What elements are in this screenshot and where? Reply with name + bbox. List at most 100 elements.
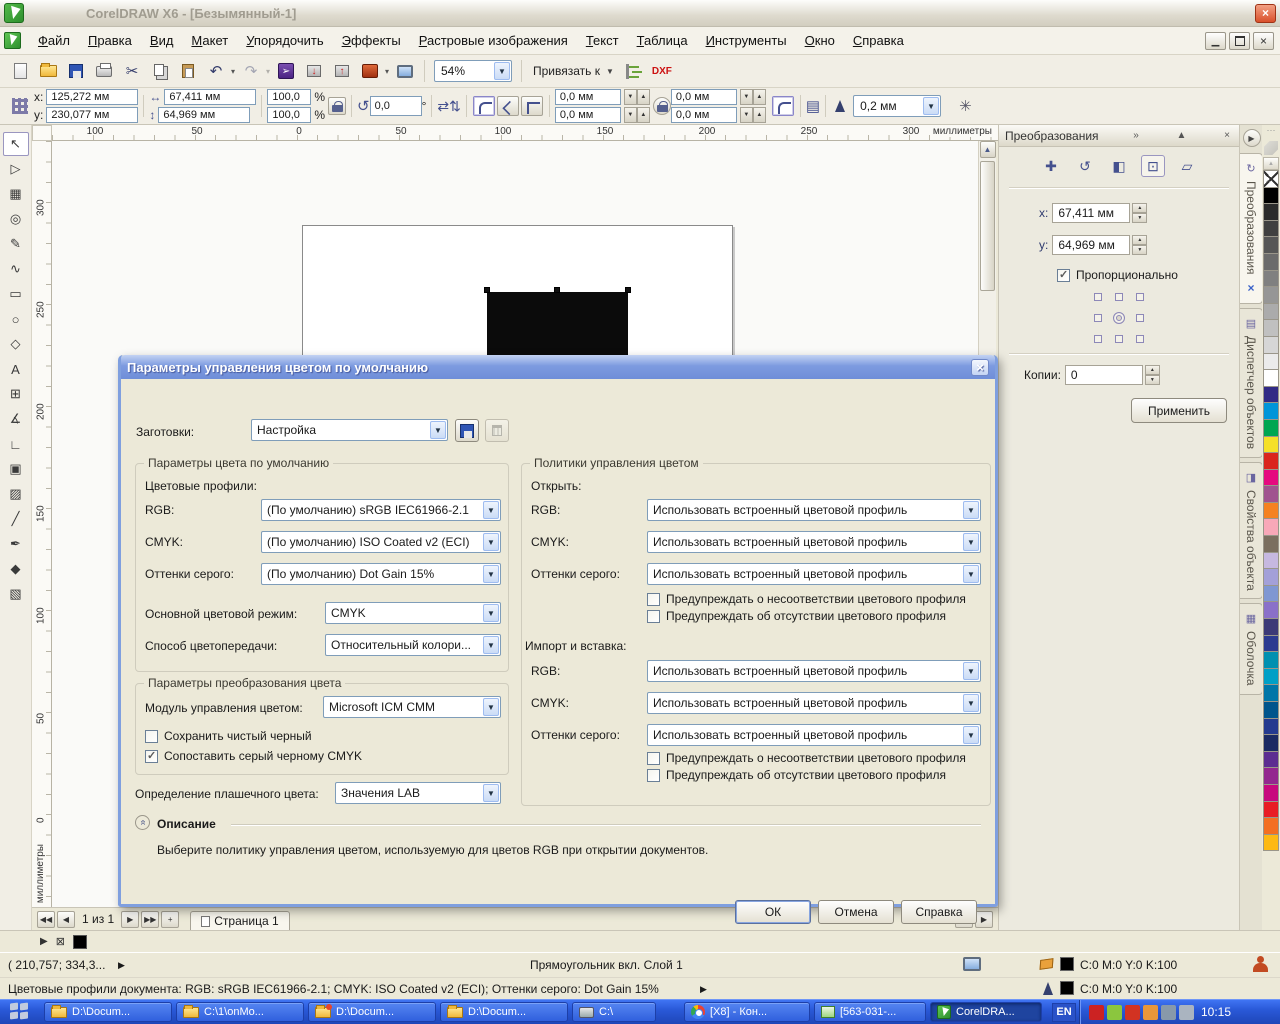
color-swatch[interactable]	[1263, 286, 1279, 304]
spin-up-icon[interactable]: ▲	[637, 89, 650, 105]
acrobat-tray-icon[interactable]	[1089, 1005, 1104, 1020]
color-swatch[interactable]	[1263, 585, 1279, 603]
color-swatch[interactable]	[1263, 568, 1279, 586]
scale-x-field[interactable]: 100,0	[267, 89, 311, 105]
connector-tool[interactable]: ∟	[3, 432, 29, 456]
flyout-arrow-icon[interactable]: ▶	[118, 960, 125, 971]
undo-icon[interactable]: ↶	[203, 59, 229, 83]
outline-pen-tool[interactable]: ✒	[3, 532, 29, 556]
corner-radius-bl-field[interactable]: 0,0 мм	[555, 107, 621, 123]
menu-edit[interactable]: Правка	[79, 29, 141, 52]
crop-tool[interactable]: ▦	[3, 182, 29, 206]
color-swatch[interactable]	[1263, 402, 1279, 420]
color-swatch[interactable]	[1263, 734, 1279, 752]
color-swatch[interactable]	[1263, 701, 1279, 719]
color-swatch[interactable]	[1263, 452, 1279, 470]
spin-down-icon[interactable]: ▼	[1145, 375, 1160, 385]
menu-table[interactable]: Таблица	[628, 29, 697, 52]
transform-x-field[interactable]: 67,411 мм	[1052, 203, 1130, 223]
taskbar-button[interactable]: D:\Docum...	[308, 1002, 436, 1022]
close-button[interactable]: ×	[1255, 4, 1276, 23]
taskbar-button[interactable]: [563-031-...	[814, 1002, 926, 1022]
wrap-text-icon[interactable]: ▤	[806, 97, 820, 115]
rectangle-tool[interactable]: ▭	[3, 282, 29, 306]
menu-tools[interactable]: Инструменты	[697, 29, 796, 52]
color-swatch[interactable]	[1263, 485, 1279, 503]
fill-tool[interactable]: ◆	[3, 557, 29, 581]
spin-down-icon[interactable]: ▼	[740, 107, 753, 123]
color-swatch[interactable]	[1263, 353, 1279, 371]
last-page-icon[interactable]: ▶▶	[141, 911, 159, 928]
start-button[interactable]	[4, 1003, 34, 1022]
object-y-field[interactable]: 230,077 мм	[46, 107, 138, 123]
eyedropper-tool[interactable]: ╱	[3, 507, 29, 531]
object-x-field[interactable]: 125,272 мм	[46, 89, 138, 105]
quick-customize-icon[interactable]: ▶	[1243, 129, 1261, 147]
open-icon[interactable]	[35, 59, 61, 83]
text-tool[interactable]: A	[3, 357, 29, 381]
page-tab[interactable]: Страница 1	[190, 911, 289, 931]
taskbar-button[interactable]: D:\Docum...	[440, 1002, 568, 1022]
checkbox[interactable]	[647, 610, 660, 623]
taskbar-button[interactable]: C:\	[572, 1002, 656, 1022]
color-swatch[interactable]	[1263, 419, 1279, 437]
taskbar-button[interactable]: [X8] - Кон...	[684, 1002, 810, 1022]
copy-icon[interactable]	[147, 59, 173, 83]
chevron-down-icon[interactable]: ▼	[963, 694, 979, 712]
link-corners-icon[interactable]	[653, 97, 671, 115]
artistic-media-tool[interactable]: ∿	[3, 257, 29, 281]
menu-text[interactable]: Текст	[577, 29, 628, 52]
dialog-button[interactable]: Отмена	[818, 900, 894, 924]
cut-icon[interactable]: ✂	[119, 59, 145, 83]
freehand-tool[interactable]: ✎	[3, 232, 29, 256]
mirror-vertical-icon[interactable]: ⇅	[449, 98, 461, 115]
gear-icon[interactable]: ✳	[959, 97, 972, 115]
docker-close-icon[interactable]: ×	[1221, 130, 1233, 141]
color-swatch[interactable]	[1263, 601, 1279, 619]
color-swatch[interactable]	[1263, 319, 1279, 337]
chevron-down-icon[interactable]: ▼	[923, 97, 939, 115]
color-swatch[interactable]	[1263, 203, 1279, 221]
policy-combo[interactable]: Использовать встроенный цветовой профиль…	[647, 531, 981, 553]
color-swatch[interactable]	[1263, 253, 1279, 271]
transform-y-field[interactable]: 64,969 мм	[1052, 235, 1130, 255]
taskbar-button[interactable]: C:\1\onMo...	[176, 1002, 304, 1022]
color-swatch[interactable]	[1263, 303, 1279, 321]
spin-up-icon[interactable]: ▲	[753, 89, 766, 105]
color-swatch[interactable]	[1263, 220, 1279, 238]
color-swatch[interactable]	[1263, 767, 1279, 785]
dxf-export-icon[interactable]: DXF	[649, 59, 675, 83]
paste-icon[interactable]	[175, 59, 201, 83]
round-corner-button[interactable]	[473, 96, 495, 116]
chevron-down-icon[interactable]: ▼	[963, 565, 979, 583]
scale-y-field[interactable]: 100,0	[267, 107, 311, 123]
spin-up-icon[interactable]: ▲	[1145, 365, 1160, 375]
checkbox[interactable]	[647, 593, 660, 606]
chevron-down-icon[interactable]: ▼	[483, 565, 499, 583]
chevron-down-icon[interactable]: ▼	[483, 604, 499, 622]
docker-tab-envelope[interactable]: ▦ Оболочка	[1240, 603, 1263, 695]
add-page-icon[interactable]: +	[161, 911, 179, 928]
object-height-field[interactable]: 64,969 мм	[158, 107, 250, 123]
object-width-field[interactable]: 67,411 мм	[164, 89, 256, 105]
color-engine-combo[interactable]: Microsoft ICM CMM ▼	[323, 696, 501, 718]
color-swatch[interactable]	[1263, 469, 1279, 487]
spin-down-icon[interactable]: ▼	[1132, 213, 1147, 223]
restore-window-icon[interactable]	[1229, 32, 1250, 50]
color-swatch[interactable]	[1263, 535, 1279, 553]
ellipse-tool[interactable]: ○	[3, 307, 29, 331]
mirror-horizontal-icon[interactable]: ⇄	[437, 98, 449, 115]
dialog-close-icon[interactable]: ×	[971, 359, 989, 376]
checkbox[interactable]	[647, 769, 660, 782]
dialog-button[interactable]: ОК	[735, 900, 811, 924]
docker-tab-object-properties[interactable]: ◨ Свойства объекта	[1240, 462, 1263, 600]
selection-handle[interactable]	[554, 287, 560, 293]
chevron-down-icon[interactable]: ▼	[483, 698, 499, 716]
snap-to-dropdown[interactable]: Привязать к ▼	[527, 61, 620, 81]
vertical-ruler[interactable]: 300250200150100500 миллиметры	[32, 141, 52, 907]
save-icon[interactable]	[63, 59, 89, 83]
shape-tool[interactable]: ▷	[3, 157, 29, 181]
no-color-mini-icon[interactable]: ⊠	[56, 935, 65, 948]
policy-combo[interactable]: Использовать встроенный цветовой профиль…	[647, 692, 981, 714]
chamfered-corner-button[interactable]	[521, 96, 543, 116]
